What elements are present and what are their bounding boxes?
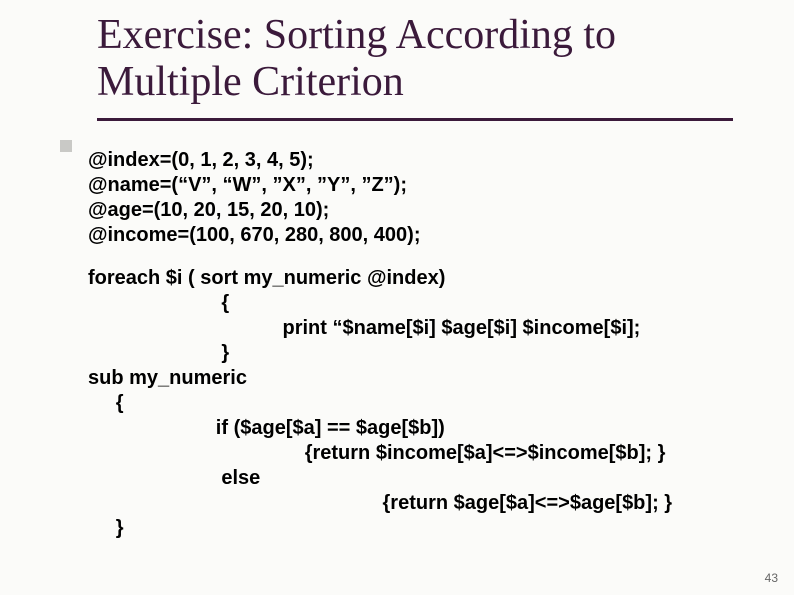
code-line: else [88, 466, 758, 491]
code-line: if ($age[$a] == $age[$b]) [88, 416, 758, 441]
bullet-square-icon [60, 140, 72, 152]
page-number: 43 [765, 571, 778, 585]
code-line: sub my_numeric [88, 366, 758, 391]
blank-line [88, 248, 758, 266]
code-line: @index=(0, 1, 2, 3, 4, 5); [88, 148, 758, 173]
code-line: {return $income[$a]<=>$income[$b]; } [88, 441, 758, 466]
code-line: @age=(10, 20, 15, 20, 10); [88, 198, 758, 223]
code-line: @name=(“V”, “W”, ”X”, ”Y”, ”Z”); [88, 173, 758, 198]
code-line: } [88, 516, 758, 541]
slide-title: Exercise: Sorting According to Multiple … [97, 12, 737, 106]
slide: Exercise: Sorting According to Multiple … [0, 0, 794, 595]
title-underline [97, 118, 733, 121]
code-line: { [88, 291, 758, 316]
code-line: print “$name[$i] $age[$i] $income[$i]; [88, 316, 758, 341]
code-line: @income=(100, 670, 280, 800, 400); [88, 223, 758, 248]
code-line: { [88, 391, 758, 416]
code-line: {return $age[$a]<=>$age[$b]; } [88, 491, 758, 516]
code-line: } [88, 341, 758, 366]
code-line: foreach $i ( sort my_numeric @index) [88, 266, 758, 291]
code-block: @index=(0, 1, 2, 3, 4, 5); @name=(“V”, “… [88, 148, 758, 541]
